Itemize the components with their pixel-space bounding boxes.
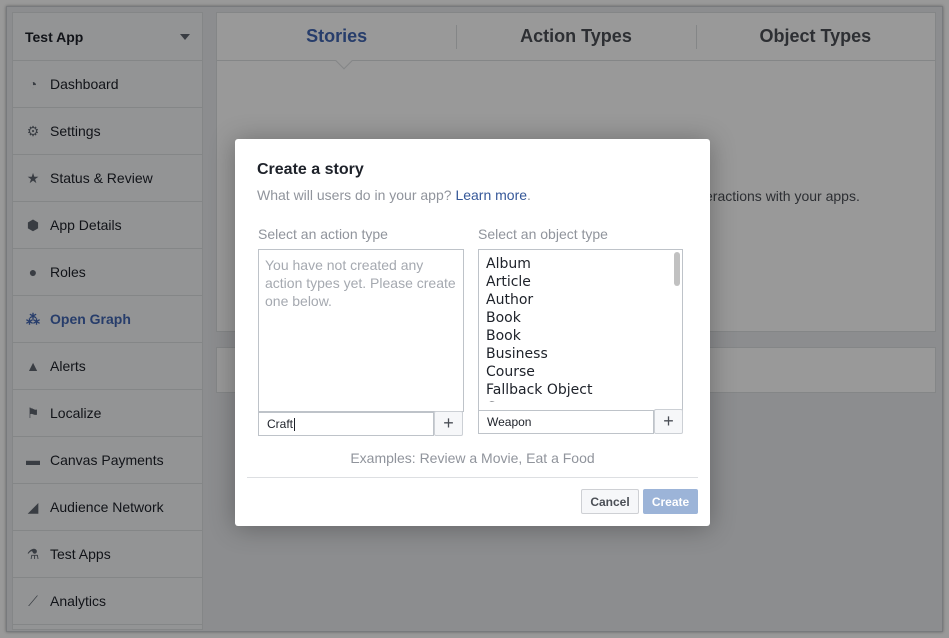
subtitle-period: . bbox=[527, 187, 531, 203]
dialog-title: Create a story bbox=[257, 161, 364, 178]
action-type-label: Select an action type bbox=[258, 226, 388, 242]
examples-hint: Examples: Review a Movie, Eat a Food bbox=[350, 450, 595, 466]
object-type-input-value: Weapon bbox=[487, 415, 532, 429]
action-type-list[interactable]: You have not created any action types ye… bbox=[258, 249, 464, 412]
cancel-button[interactable]: Cancel bbox=[581, 489, 639, 514]
object-type-option[interactable]: Game bbox=[486, 399, 682, 402]
add-object-type-button[interactable]: + bbox=[654, 409, 683, 434]
object-type-options: Album Article Author Book Book Business Course… bbox=[479, 250, 682, 402]
object-type-option[interactable]: Business bbox=[486, 345, 682, 363]
object-type-label: Select an object type bbox=[478, 226, 608, 242]
text-cursor bbox=[294, 417, 296, 431]
object-list-scrollbar[interactable] bbox=[674, 252, 680, 286]
object-type-option[interactable]: Book bbox=[486, 327, 682, 345]
object-type-option[interactable]: Author bbox=[486, 291, 682, 309]
add-action-type-button[interactable]: + bbox=[434, 411, 463, 436]
create-button[interactable]: Create bbox=[643, 489, 698, 514]
object-type-option[interactable]: Fallback Object bbox=[486, 381, 682, 399]
action-type-empty-message: You have not created any action types ye… bbox=[265, 257, 456, 309]
object-type-option[interactable]: Article bbox=[486, 273, 682, 291]
learn-more-link[interactable]: Learn more bbox=[455, 187, 527, 203]
object-type-option[interactable]: Course bbox=[486, 363, 682, 381]
dialog-subtitle: What will users do in your app? Learn mo… bbox=[257, 187, 531, 203]
object-type-input[interactable]: Weapon bbox=[478, 410, 654, 434]
action-type-input[interactable]: Craft bbox=[258, 412, 434, 436]
object-type-option[interactable]: Album bbox=[486, 255, 682, 273]
dialog-subtitle-text: What will users do in your app? bbox=[257, 187, 452, 203]
object-type-option[interactable]: Book bbox=[486, 309, 682, 327]
object-type-list[interactable]: Album Article Author Book Book Business Course… bbox=[478, 249, 683, 411]
action-type-input-value: Craft bbox=[267, 417, 294, 431]
dialog-divider bbox=[247, 477, 698, 478]
create-story-dialog: Create a story What will users do in you… bbox=[235, 139, 710, 526]
